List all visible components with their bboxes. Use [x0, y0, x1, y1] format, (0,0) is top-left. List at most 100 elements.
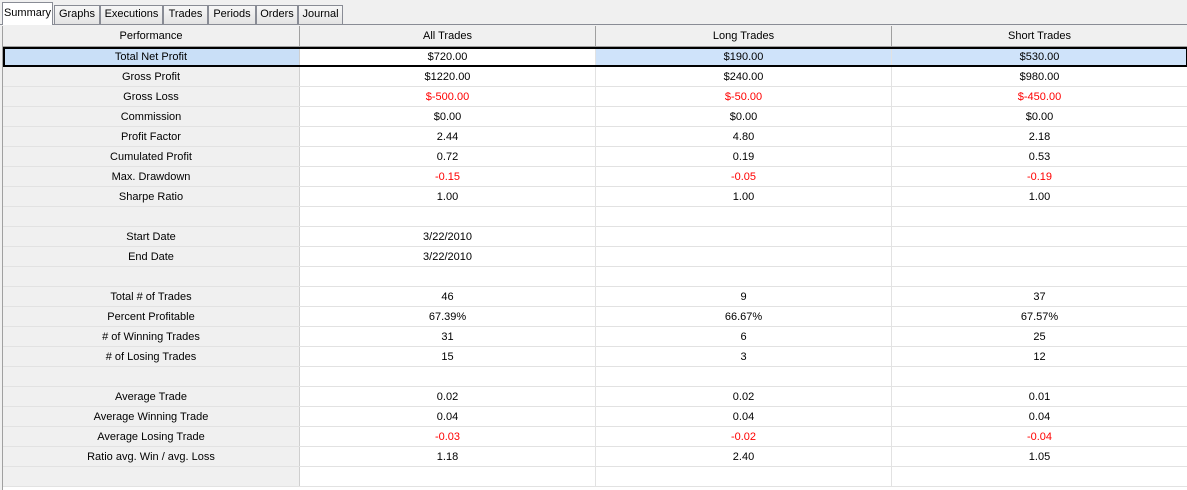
table-row[interactable]: Profit Factor 2.44 4.80 2.18 [3, 127, 1187, 147]
table-row[interactable]: Max. Drawdown -0.15 -0.05 -0.19 [3, 167, 1187, 187]
cell-short-trades: -0.04 [892, 427, 1187, 446]
cell-all-trades: 1.00 [300, 187, 596, 206]
cell-all-trades: $1220.00 [300, 67, 596, 86]
column-header-all-trades[interactable]: All Trades [300, 26, 596, 46]
tab-executions[interactable]: Executions [100, 5, 163, 24]
cell-short-trades: 67.57% [892, 307, 1187, 326]
column-header-short-trades[interactable]: Short Trades [892, 26, 1187, 46]
cell-all-trades [300, 467, 596, 486]
cell-short-trades: $980.00 [892, 67, 1187, 86]
cell-all-trades: 3/22/2010 [300, 247, 596, 266]
row-label: Total Net Profit [3, 47, 300, 66]
cell-all-trades: 1.18 [300, 447, 596, 466]
table-row[interactable]: # of Losing Trades 15 3 12 [3, 347, 1187, 367]
tab-summary[interactable]: Summary [2, 2, 53, 25]
cell-short-trades: 0.01 [892, 387, 1187, 406]
cell-short-trades: 0.53 [892, 147, 1187, 166]
row-label: Sharpe Ratio [3, 187, 300, 206]
table-row[interactable]: Percent Profitable 67.39% 66.67% 67.57% [3, 307, 1187, 327]
row-label: Average Winning Trade [3, 407, 300, 426]
cell-short-trades: 2.18 [892, 127, 1187, 146]
cell-long-trades [596, 207, 892, 226]
row-label: End Date [3, 247, 300, 266]
cell-short-trades [892, 207, 1187, 226]
cell-long-trades: -0.02 [596, 427, 892, 446]
tab-graphs[interactable]: Graphs [54, 5, 100, 24]
cell-all-trades: 31 [300, 327, 596, 346]
cell-short-trades: $0.00 [892, 107, 1187, 126]
column-header-performance[interactable]: Performance [3, 26, 300, 46]
cell-all-trades: 46 [300, 287, 596, 306]
cell-long-trades [596, 227, 892, 246]
row-label: Gross Profit [3, 67, 300, 86]
row-label: Commission [3, 107, 300, 126]
cell-short-trades: 1.05 [892, 447, 1187, 466]
table-row[interactable]: Gross Loss $-500.00 $-50.00 $-450.00 [3, 87, 1187, 107]
grid-header: Performance All Trades Long Trades Short… [3, 26, 1187, 47]
row-label [3, 267, 300, 286]
tab-orders[interactable]: Orders [256, 5, 298, 24]
cell-short-trades: -0.19 [892, 167, 1187, 186]
cell-all-trades: 0.04 [300, 407, 596, 426]
table-row[interactable]: Start Date 3/22/2010 [3, 227, 1187, 247]
cell-all-trades: $-500.00 [300, 87, 596, 106]
performance-summary-grid[interactable]: Performance All Trades Long Trades Short… [2, 26, 1187, 490]
cell-long-trades: 2.40 [596, 447, 892, 466]
cell-long-trades: 1.00 [596, 187, 892, 206]
cell-all-trades: 0.72 [300, 147, 596, 166]
table-row[interactable]: Commission $0.00 $0.00 $0.00 [3, 107, 1187, 127]
row-label [3, 467, 300, 486]
row-label: Profit Factor [3, 127, 300, 146]
table-row-spacer[interactable] [3, 267, 1187, 287]
table-row[interactable]: Average Trade 0.02 0.02 0.01 [3, 387, 1187, 407]
cell-long-trades: 6 [596, 327, 892, 346]
cell-short-trades: 0.04 [892, 407, 1187, 426]
table-row[interactable]: End Date 3/22/2010 [3, 247, 1187, 267]
row-label: Gross Loss [3, 87, 300, 106]
cell-long-trades [596, 367, 892, 386]
cell-long-trades [596, 467, 892, 486]
tab-periods[interactable]: Periods [208, 5, 256, 24]
tab-bar: Summary Graphs Executions Trades Periods… [0, 0, 1187, 25]
cell-all-trades: 2.44 [300, 127, 596, 146]
cell-long-trades: $0.00 [596, 107, 892, 126]
cell-all-trades [300, 367, 596, 386]
table-row[interactable]: Average Winning Trade 0.04 0.04 0.04 [3, 407, 1187, 427]
tab-trades[interactable]: Trades [163, 5, 208, 24]
row-label: Max. Drawdown [3, 167, 300, 186]
row-label: # of Winning Trades [3, 327, 300, 346]
cell-short-trades: 25 [892, 327, 1187, 346]
cell-all-trades: 67.39% [300, 307, 596, 326]
row-label: Cumulated Profit [3, 147, 300, 166]
table-row[interactable]: Gross Profit $1220.00 $240.00 $980.00 [3, 67, 1187, 87]
cell-long-trades: 0.19 [596, 147, 892, 166]
cell-short-trades: 12 [892, 347, 1187, 366]
cell-short-trades: 37 [892, 287, 1187, 306]
table-row[interactable]: # of Winning Trades 31 6 25 [3, 327, 1187, 347]
cell-short-trades: $530.00 [892, 47, 1187, 66]
table-row[interactable]: Cumulated Profit 0.72 0.19 0.53 [3, 147, 1187, 167]
table-row[interactable]: Sharpe Ratio 1.00 1.00 1.00 [3, 187, 1187, 207]
table-row[interactable]: Average Losing Trade -0.03 -0.02 -0.04 [3, 427, 1187, 447]
table-row[interactable]: Total # of Trades 46 9 37 [3, 287, 1187, 307]
row-label: Ratio avg. Win / avg. Loss [3, 447, 300, 466]
table-row[interactable]: Ratio avg. Win / avg. Loss 1.18 2.40 1.05 [3, 447, 1187, 467]
cell-short-trades [892, 247, 1187, 266]
row-label: Start Date [3, 227, 300, 246]
cell-long-trades [596, 247, 892, 266]
row-label: # of Losing Trades [3, 347, 300, 366]
tab-journal[interactable]: Journal [298, 5, 343, 24]
cell-short-trades: 1.00 [892, 187, 1187, 206]
cell-long-trades: 3 [596, 347, 892, 366]
cell-long-trades: $240.00 [596, 67, 892, 86]
row-label: Average Losing Trade [3, 427, 300, 446]
cell-all-trades [300, 207, 596, 226]
table-row-spacer[interactable] [3, 207, 1187, 227]
table-row-spacer[interactable] [3, 467, 1187, 487]
cell-long-trades: $-50.00 [596, 87, 892, 106]
cell-short-trades [892, 367, 1187, 386]
cell-all-trades: 0.02 [300, 387, 596, 406]
table-row-spacer[interactable] [3, 367, 1187, 387]
table-row[interactable]: Total Net Profit $720.00 $190.00 $530.00 [3, 47, 1187, 67]
column-header-long-trades[interactable]: Long Trades [596, 26, 892, 46]
